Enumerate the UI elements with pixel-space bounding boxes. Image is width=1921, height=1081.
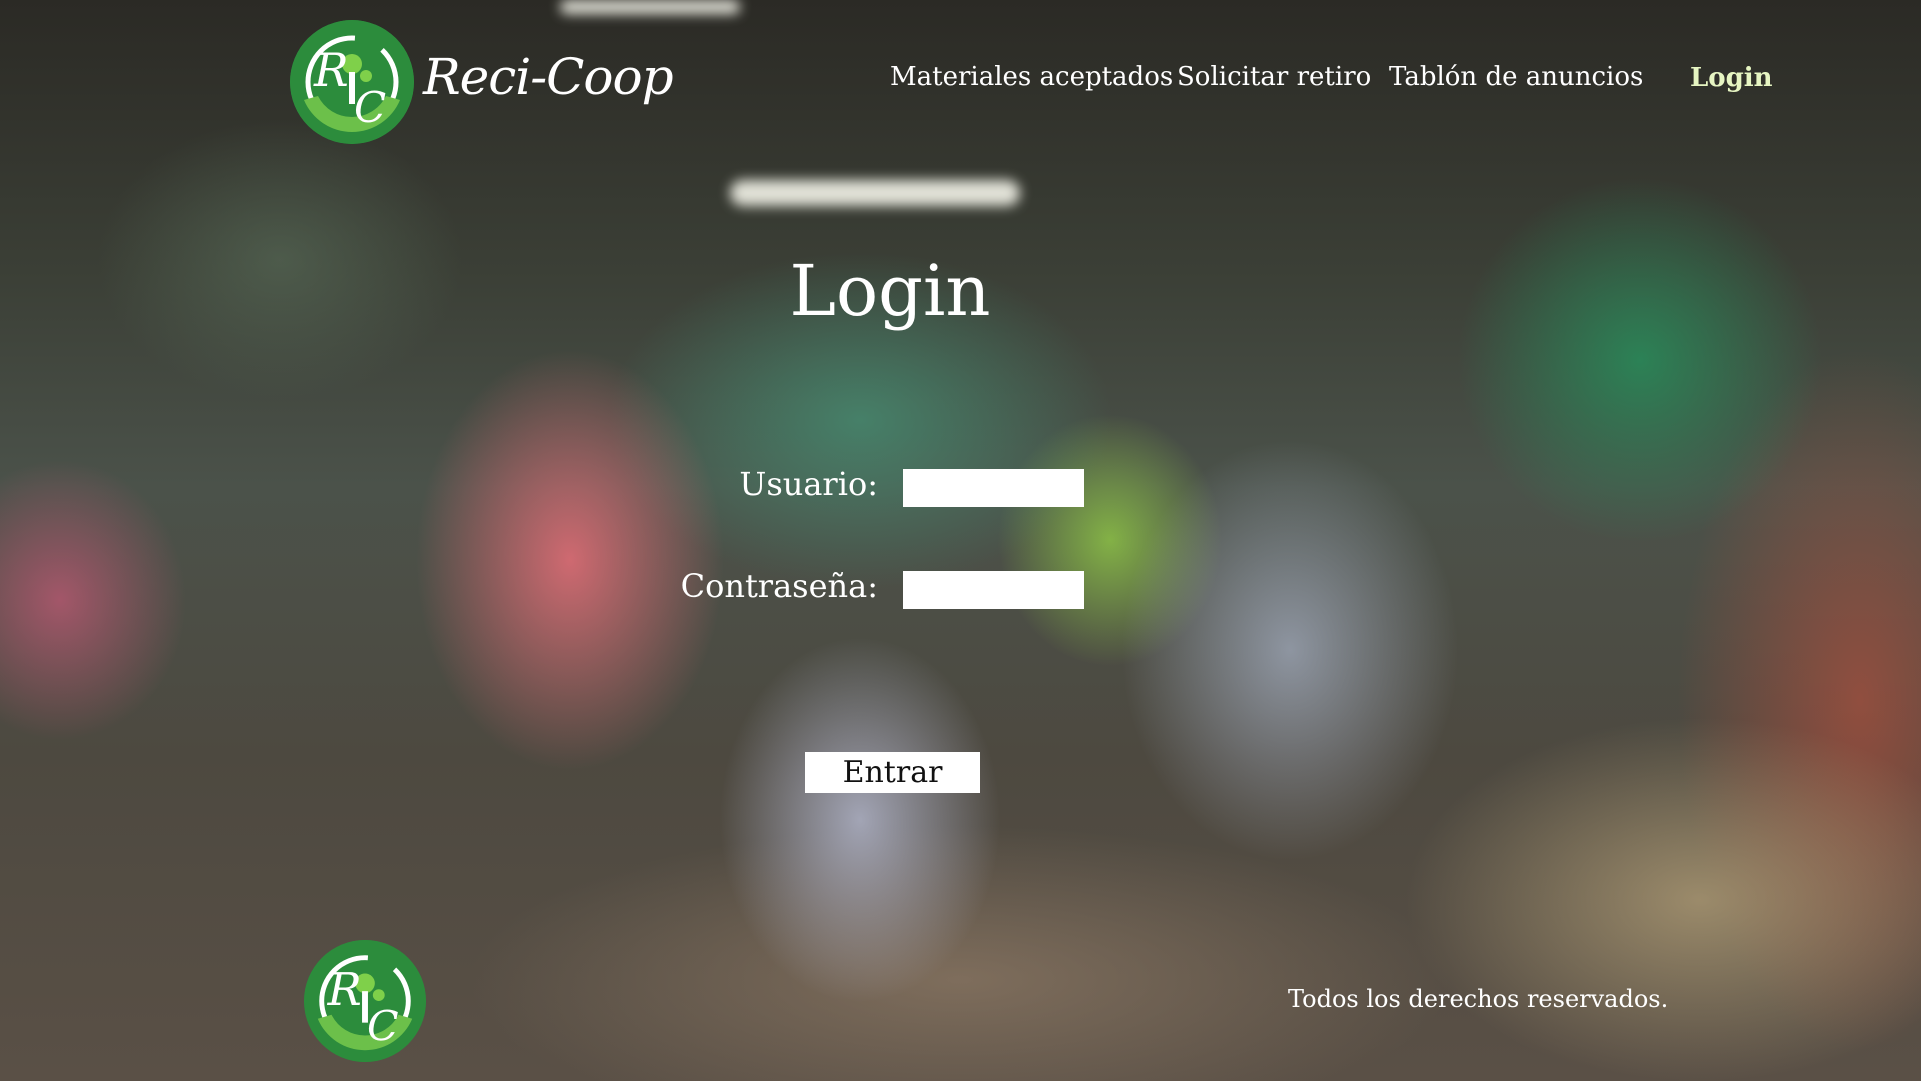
svg-text:C: C [367, 1002, 399, 1050]
brand-name[interactable]: Reci-Coop [423, 48, 674, 106]
svg-text:R: R [327, 963, 362, 1016]
ceiling-light [730, 180, 1020, 206]
page-title: Login [789, 250, 991, 332]
username-input[interactable] [903, 469, 1084, 507]
password-label: Contraseña: [680, 567, 878, 605]
password-input[interactable] [903, 571, 1084, 609]
nav-tablon-de-anuncios[interactable]: Tablón de anuncios [1389, 62, 1643, 92]
nav-materiales-aceptados[interactable]: Materiales aceptados [890, 62, 1173, 92]
footer-logo[interactable]: R C [304, 940, 426, 1062]
recycling-logo-icon: R C [304, 940, 426, 1062]
blurred-background-photo [0, 0, 1921, 1081]
recycling-logo-icon: R C [290, 20, 414, 144]
username-label: Usuario: [739, 465, 878, 503]
nav-solicitar-retiro[interactable]: Solicitar retiro [1177, 62, 1371, 92]
svg-text:C: C [354, 83, 386, 132]
nav-login[interactable]: Login [1690, 63, 1773, 93]
header-logo[interactable]: R C [290, 20, 414, 144]
ceiling-light [560, 0, 740, 14]
footer-copyright: Todos los derechos reservados. [1288, 985, 1669, 1013]
svg-text:R: R [313, 43, 349, 97]
submit-button[interactable]: Entrar [805, 752, 980, 793]
